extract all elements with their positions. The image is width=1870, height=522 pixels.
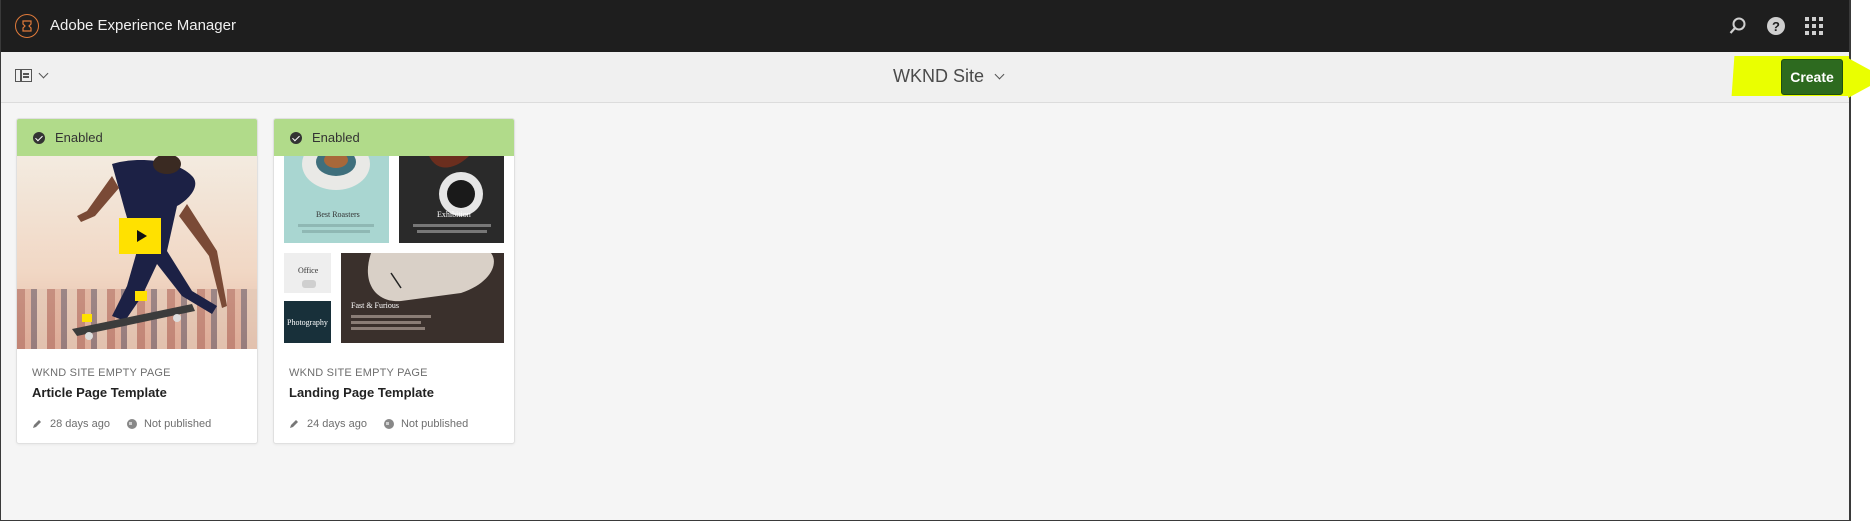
check-circle-icon	[33, 131, 45, 144]
check-circle-icon	[290, 131, 302, 144]
brand-title[interactable]: Adobe Experience Manager	[50, 17, 236, 34]
site-title: WKND Site	[892, 66, 984, 86]
card-meta: WKND SITE EMPTY PAGE Landing Page Templa…	[274, 349, 514, 430]
status-label: Enabled	[312, 130, 360, 145]
card-meta: WKND SITE EMPTY PAGE Article Page Templa…	[17, 349, 257, 430]
adobe-logo-icon[interactable]	[15, 14, 39, 38]
thumb-text: Photography	[287, 318, 328, 327]
publish-status: Not published	[400, 418, 469, 430]
thumb-text: Fast & Furious	[351, 301, 400, 310]
thumb-tile-roasters: Best Roasters	[284, 156, 389, 243]
help-glyph: ?	[1767, 17, 1785, 35]
pencil-icon	[290, 420, 298, 428]
pencil-icon	[33, 420, 41, 428]
status-badge: Enabled	[274, 119, 514, 156]
shell-header: Adobe Experience Manager ?	[1, 0, 1849, 52]
card-title[interactable]: Landing Page Template	[289, 385, 499, 400]
card-info: 28 days ago Not published	[32, 418, 242, 430]
card-title[interactable]: Article Page Template	[32, 385, 242, 400]
publish-status: Not published	[143, 418, 212, 430]
thumb-tile-office: Office	[284, 253, 331, 293]
thumb-text: Exhibition	[437, 210, 471, 219]
app-frame: Adobe Experience Manager ? WKND Site Cre…	[0, 0, 1851, 521]
play-icon[interactable]	[119, 218, 161, 254]
globe-icon	[126, 419, 137, 429]
help-icon[interactable]: ?	[1765, 15, 1787, 37]
modified-time: 28 days ago	[50, 418, 110, 430]
card-info: 24 days ago Not published	[289, 418, 499, 430]
site-title-dropdown[interactable]: WKND Site	[892, 66, 1005, 87]
status-label: Enabled	[55, 130, 103, 145]
search-icon[interactable]	[1727, 15, 1749, 37]
globe-icon	[383, 419, 394, 429]
chevron-down-icon	[994, 69, 1005, 80]
card-thumbnail	[17, 156, 257, 349]
thumb-tile-fast: Fast & Furious	[341, 253, 504, 343]
thumb-tile-photo: Photography	[284, 301, 331, 343]
card-eyebrow: WKND SITE EMPTY PAGE	[32, 367, 171, 379]
page-title-wrapper: WKND Site	[1, 66, 1849, 87]
card-eyebrow: WKND SITE EMPTY PAGE	[289, 367, 428, 379]
card-thumbnail: Best Roasters Exhibition Office Photogra…	[274, 156, 514, 349]
action-bar: WKND Site	[1, 52, 1849, 103]
status-badge: Enabled	[17, 119, 257, 156]
thumb-text: Best Roasters	[316, 210, 360, 219]
modified-time: 24 days ago	[307, 418, 367, 430]
create-button[interactable]: Create	[1781, 59, 1843, 95]
thumb-text: Office	[298, 266, 319, 275]
arrow-marker-icon	[1848, 58, 1870, 98]
apps-grid-icon[interactable]	[1803, 15, 1825, 37]
thumb-tile-exhibit: Exhibition	[399, 156, 504, 243]
template-card-article[interactable]: Enabled WKND SITE EMPTY PAGE Article Pag…	[16, 118, 258, 444]
template-card-landing[interactable]: Enabled Best Roasters Exhibition Office …	[273, 118, 515, 444]
